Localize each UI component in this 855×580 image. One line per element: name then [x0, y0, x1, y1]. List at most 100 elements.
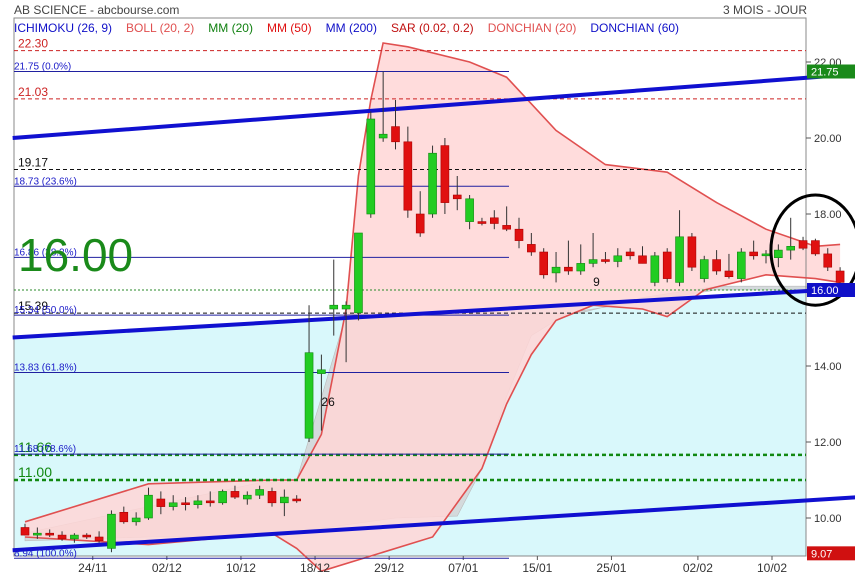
- legend-entry: DONCHIAN (20): [487, 21, 577, 35]
- candle-body: [613, 255, 623, 262]
- candle-body: [502, 225, 511, 230]
- candle-body: [415, 213, 425, 234]
- x-tick-label: 15/01: [522, 561, 552, 575]
- x-tick-label: 29/12: [374, 561, 404, 575]
- legend-entry: SAR (0.02, 0.2): [390, 21, 474, 35]
- candle-body: [181, 502, 190, 505]
- y-tick-label: 18.00: [814, 209, 842, 221]
- candle-body: [811, 240, 820, 255]
- candle: [218, 489, 227, 505]
- candle: [736, 248, 746, 283]
- candle: [662, 248, 672, 283]
- candle-body: [403, 141, 413, 211]
- y-tick-label: 10.00: [814, 513, 842, 525]
- candle-body: [391, 126, 400, 143]
- candle-body: [131, 517, 141, 523]
- candle-body: [156, 498, 166, 507]
- candle-body: [317, 369, 326, 374]
- candle-body: [786, 246, 796, 251]
- candle-body: [601, 259, 610, 262]
- price-badge-label: 21.75: [811, 67, 839, 79]
- price-badge-label: 9.07: [811, 548, 832, 560]
- chart-annotation: 9: [593, 275, 600, 289]
- candle-body: [440, 145, 450, 203]
- x-tick-label: 10/02: [757, 561, 787, 575]
- level-label: 11.00: [18, 464, 52, 480]
- candle-body: [341, 304, 351, 310]
- candle-body: [699, 259, 709, 279]
- candle-body: [687, 236, 697, 268]
- candle-body: [218, 491, 227, 504]
- last-price-large: 16.00: [18, 229, 134, 281]
- candle-body: [489, 217, 499, 224]
- legend-entry: MM (20): [208, 21, 253, 35]
- candle-body: [255, 489, 264, 496]
- x-tick-label: 07/01: [448, 561, 478, 575]
- candle-body: [798, 240, 808, 249]
- fibonacci-label: 21.75 (0.0%): [14, 62, 71, 73]
- candle-body: [82, 534, 92, 538]
- x-tick-label: 02/02: [683, 561, 713, 575]
- price-badge-label: 16.00: [811, 285, 839, 297]
- x-tick-label: 18/12: [300, 561, 330, 575]
- candle: [650, 252, 660, 287]
- fibonacci-label: 15.34 (50.0%): [14, 305, 77, 316]
- candle-body: [193, 500, 203, 505]
- price-chart: 10.0012.0014.0016.0018.0020.0022.0024/11…: [0, 0, 855, 580]
- candle: [699, 255, 709, 283]
- candle-body: [675, 236, 684, 283]
- candle-body: [57, 534, 67, 540]
- candle-body: [551, 266, 561, 274]
- candle-body: [70, 534, 79, 540]
- candle-body: [20, 527, 30, 536]
- candle-body: [94, 536, 104, 542]
- candle: [107, 510, 116, 553]
- candle-body: [638, 255, 647, 264]
- candle-body: [107, 513, 116, 549]
- candle-body: [354, 232, 363, 314]
- candle-body: [724, 270, 734, 277]
- indicator-legend: ICHIMOKU (26, 9) BOLL (20, 2) MM (20) MM (5…: [14, 21, 693, 35]
- candle: [428, 145, 437, 218]
- candle-body: [835, 270, 845, 283]
- candle-body: [45, 532, 55, 536]
- legend-entry: MM (50): [266, 21, 312, 35]
- y-tick-label: 12.00: [814, 437, 842, 449]
- x-tick-label: 24/11: [78, 561, 107, 575]
- candle: [354, 232, 363, 321]
- x-tick-label: 02/12: [152, 561, 182, 575]
- candle-body: [230, 491, 240, 498]
- candle-body: [477, 221, 487, 224]
- candle-body: [539, 251, 549, 276]
- candle-body: [588, 259, 598, 264]
- candle: [687, 233, 697, 271]
- fibonacci-label: 8.94 (100.0%): [14, 548, 77, 559]
- fibonacci-label: 18.73 (23.6%): [14, 176, 77, 187]
- candle-body: [33, 532, 42, 536]
- fibonacci-label: 11.68 (78.6%): [14, 444, 76, 455]
- candle-body: [243, 494, 252, 500]
- candle-body: [465, 198, 474, 222]
- legend-entry: MM (200): [325, 21, 377, 35]
- candle-body: [366, 118, 376, 215]
- candle-body: [292, 498, 302, 502]
- candle-body: [514, 228, 524, 241]
- legend-entry: BOLL (20, 2): [126, 21, 195, 35]
- candle-body: [267, 491, 277, 504]
- candle: [539, 248, 549, 279]
- candle-body: [823, 253, 833, 268]
- candle-body: [304, 352, 314, 439]
- candle-body: [712, 259, 721, 272]
- level-label: 22.30: [18, 37, 48, 51]
- legend-entry: DONCHIAN (60): [590, 21, 680, 35]
- candle-body: [650, 255, 660, 283]
- candle: [440, 138, 450, 214]
- candle-body: [736, 251, 746, 279]
- candle-body: [625, 251, 635, 257]
- chart-annotation: 26: [321, 395, 335, 409]
- fibonacci-label: 13.83 (61.8%): [14, 362, 77, 373]
- candle-body: [576, 263, 586, 272]
- period-label: 3 MOIS - JOUR: [722, 3, 807, 17]
- candle-body: [378, 133, 388, 139]
- level-label: 21.03: [18, 85, 48, 99]
